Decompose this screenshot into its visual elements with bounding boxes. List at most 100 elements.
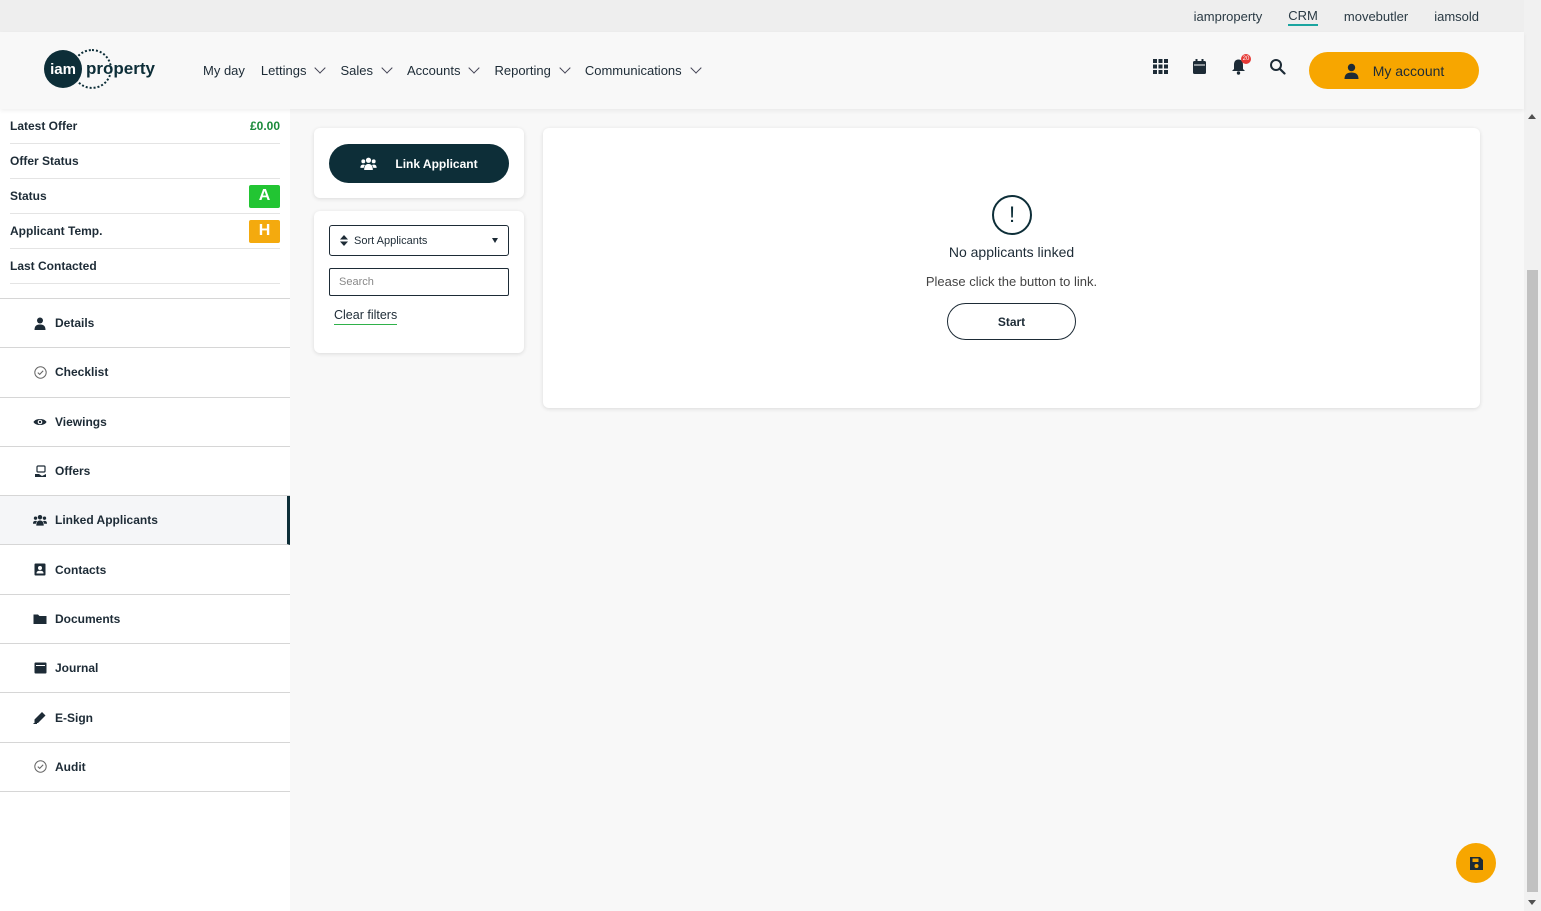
menu-item-checklist[interactable]: Checklist [0,348,290,398]
exclamation-circle-icon: ! [992,195,1032,235]
filter-card: Sort Applicants Clear filters [314,211,524,353]
user-icon [33,316,47,330]
sort-applicants-label: Sort Applicants [354,234,428,247]
start-button[interactable]: Start [947,303,1076,340]
chevron-down-icon [468,62,481,74]
menu-item-label: Details [55,316,95,331]
offer-summary: Latest Offer £0.00 Offer Status Status A… [0,109,290,284]
nav-communications[interactable]: Communications [584,62,702,78]
nav-my-day-label: My day [203,63,245,78]
contact-card-icon [33,563,47,577]
calendar-icon[interactable] [1191,58,1208,75]
menu-item-e-sign[interactable]: E-Sign [0,693,290,743]
applicant-temp-badge: H [249,219,280,243]
nav-accounts-label: Accounts [406,63,461,78]
menu-item-label: Checklist [55,365,109,380]
record-sidebar: Latest Offer £0.00 Offer Status Status A… [0,109,290,911]
latest-offer-value: £0.00 [249,119,280,133]
menu-item-contacts[interactable]: Contacts [0,545,290,595]
applicant-temp-row: Applicant Temp. H [10,214,280,249]
record-menu: Details Checklist Viewings Offers Linked… [0,298,290,792]
scrollbar-thumb[interactable] [1527,270,1538,892]
empty-state-subtitle: Please click the button to link. [925,274,1098,289]
menu-item-documents[interactable]: Documents [0,594,290,645]
menu-item-label: Documents [55,611,121,626]
sort-icon [340,235,348,246]
nav-my-day[interactable]: My day [203,63,245,78]
product-link-iamsold[interactable]: iamsold [1434,7,1479,26]
product-link-iamproperty[interactable]: iamproperty [1194,7,1263,26]
main-nav: My day Lettings Sales Accounts Reporting… [203,32,702,109]
scroll-up-arrow-icon[interactable] [1528,114,1536,119]
applicant-search-input[interactable] [329,268,509,296]
status-badge: A [249,184,280,208]
latest-offer-label: Latest Offer [10,119,78,133]
page-scrollbar[interactable] [1524,0,1541,911]
menu-item-label: Journal [55,661,99,676]
menu-item-details[interactable]: Details [0,299,290,349]
iamproperty-logo[interactable]: iam property [44,49,155,89]
linked-applicants-panel: ! No applicants linked Please click the … [543,128,1480,408]
user-icon [1344,63,1359,79]
offer-status-row: Offer Status [10,144,280,179]
last-contacted-row: Last Contacted [10,249,280,284]
product-link-movebutler[interactable]: movebutler [1344,7,1408,26]
save-fab-button[interactable] [1456,843,1496,883]
chevron-down-icon [559,62,571,74]
nav-lettings[interactable]: Lettings [260,62,327,78]
journal-icon [33,661,47,675]
menu-item-offers[interactable]: Offers [0,446,290,497]
menu-item-viewings[interactable]: Viewings [0,397,290,447]
menu-item-linked-applicants[interactable]: Linked Applicants [0,496,290,546]
status-row: Status A [10,179,280,214]
menu-item-audit[interactable]: Audit [0,742,290,792]
my-account-button[interactable]: My account [1309,52,1479,89]
menu-item-journal[interactable]: Journal [0,644,290,694]
eye-icon [33,415,47,429]
menu-item-label: E-Sign [55,710,93,725]
users-icon [360,157,377,170]
menu-item-label: Contacts [55,562,107,577]
notifications-bell-icon[interactable]: 20 [1230,54,1251,75]
nav-communications-label: Communications [584,63,682,78]
status-label: Status [10,189,47,203]
nav-sales[interactable]: Sales [340,62,393,78]
notification-count-badge: 20 [1241,54,1251,64]
sort-applicants-select[interactable]: Sort Applicants [329,225,509,256]
scroll-down-arrow-icon[interactable] [1528,900,1536,905]
link-applicant-button[interactable]: Link Applicant [329,144,509,183]
empty-state-title: No applicants linked [948,244,1075,260]
my-account-label: My account [1372,62,1445,79]
clear-filters-link[interactable]: Clear filters [334,308,398,325]
menu-item-label: Linked Applicants [55,513,158,528]
signature-pen-icon [33,711,47,725]
applicant-temp-label: Applicant Temp. [10,224,103,238]
nav-reporting[interactable]: Reporting [494,62,571,78]
menu-item-label: Audit [55,759,86,774]
logo-circle: iam [44,50,82,88]
apps-grid-icon[interactable] [1152,58,1169,75]
save-disk-icon [1469,856,1483,870]
nav-sales-label: Sales [340,63,373,78]
dropdown-caret-icon [492,238,498,243]
header-icons: 20 [1152,54,1286,75]
chevron-down-icon [690,62,702,74]
last-contacted-label: Last Contacted [10,259,97,273]
nav-accounts[interactable]: Accounts [406,62,481,78]
chevron-down-icon [314,62,327,74]
product-link-crm[interactable]: CRM [1288,6,1318,26]
top-utility-bar: iamproperty CRM movebutler iamsold [0,0,1524,32]
menu-item-label: Viewings [55,414,107,429]
logo-word: property [86,59,155,78]
check-circle-icon [33,365,47,379]
check-circle-icon [33,760,47,774]
offer-status-label: Offer Status [10,154,79,168]
product-switcher: iamproperty CRM movebutler iamsold [1194,0,1479,32]
offer-hand-icon [33,464,47,478]
nav-lettings-label: Lettings [260,63,307,78]
main-header: iam property My day Lettings Sales Accou… [0,32,1524,109]
link-applicant-card: Link Applicant [314,128,524,198]
search-icon[interactable] [1269,58,1286,75]
latest-offer-row: Latest Offer £0.00 [10,109,280,144]
nav-reporting-label: Reporting [494,63,551,78]
